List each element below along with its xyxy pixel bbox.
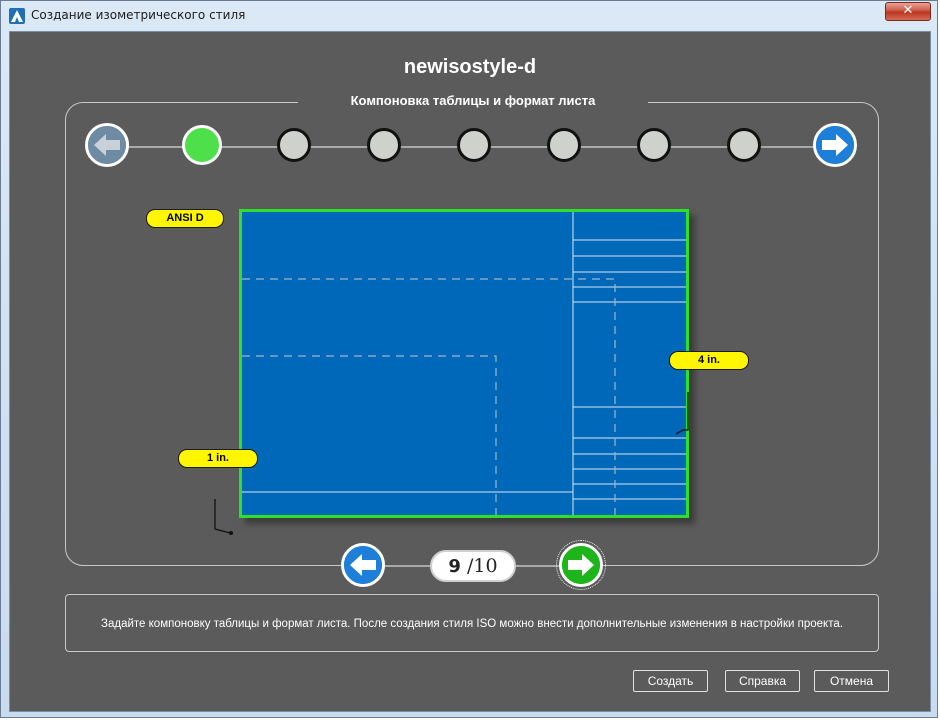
close-icon: ✕	[902, 3, 914, 18]
step-dot[interactable]	[277, 128, 311, 162]
next-page-button[interactable]	[556, 540, 606, 590]
right-dimension-tag: 4 in.	[669, 351, 749, 370]
arrow-right-icon	[816, 126, 854, 164]
dialog-body: newisostyle-d Компоновка таблицы и форма…	[9, 31, 931, 712]
dimension-leaders	[214, 392, 689, 535]
close-button[interactable]: ✕	[885, 2, 931, 21]
sheet-format-tag: ANSI D	[146, 209, 224, 228]
previous-page-button[interactable]	[341, 543, 385, 587]
arrow-left-icon	[88, 126, 126, 164]
arrow-left-icon	[344, 546, 382, 584]
create-button[interactable]: Создать	[633, 670, 708, 692]
left-dimension-tag: 1 in.	[178, 449, 258, 468]
panel-title: Компоновка таблицы и формат листа	[298, 93, 648, 108]
description-text: Задайте компоновку таблицы и формат лист…	[65, 594, 879, 652]
step-forward-button[interactable]	[813, 123, 857, 167]
window-title: Создание изометрического стиля	[31, 8, 246, 22]
total-pages: 10	[473, 555, 498, 577]
dialog-window: Создание изометрического стиля ✕ newisos…	[0, 0, 938, 718]
step-dot-current[interactable]	[182, 125, 222, 165]
arrow-right-icon	[562, 546, 600, 584]
step-dot[interactable]	[547, 128, 581, 162]
page-counter: 9 /10	[430, 550, 516, 582]
step-dot[interactable]	[367, 128, 401, 162]
cancel-button[interactable]: Отмена	[814, 670, 889, 692]
step-dot[interactable]	[457, 128, 491, 162]
step-dot[interactable]	[637, 128, 671, 162]
help-button[interactable]: Справка	[725, 670, 800, 692]
app-logo-icon	[9, 8, 25, 24]
step-back-button[interactable]	[85, 123, 129, 167]
style-name-heading: newisostyle-d	[403, 56, 537, 78]
title-bar[interactable]: Создание изометрического стиля ✕	[1, 1, 937, 31]
step-dot[interactable]	[727, 128, 761, 162]
current-page: 9	[448, 556, 461, 577]
